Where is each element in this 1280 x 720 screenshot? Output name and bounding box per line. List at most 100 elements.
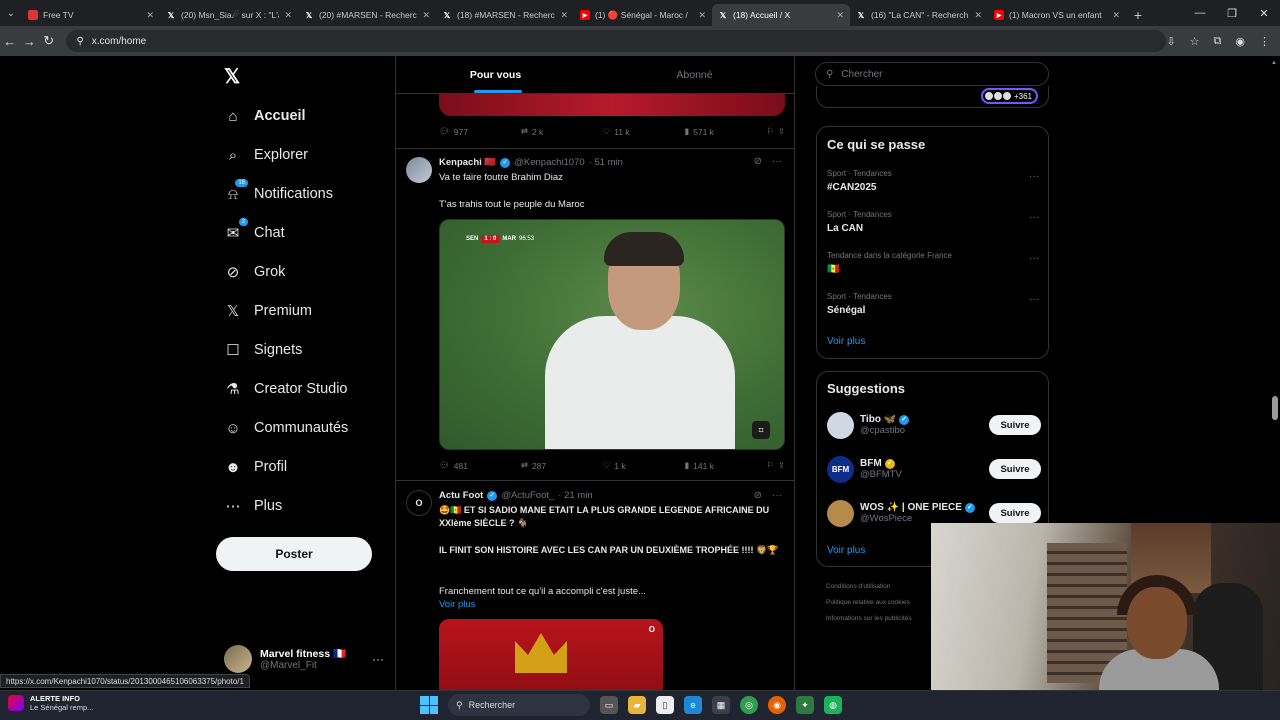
tweet-time[interactable]: · 21 min <box>558 490 592 501</box>
scroll-up-icon[interactable]: ▲ <box>1271 60 1277 66</box>
nav-item-grok[interactable]: ⊘ Grok <box>224 260 286 284</box>
footer-link[interactable]: Conditions d'utilisation <box>826 583 890 590</box>
follow-button[interactable]: Suivre <box>989 503 1041 523</box>
reply-button[interactable]: 💬︎ 481 <box>439 460 521 471</box>
footer-link[interactable]: Politique relative aux cookies <box>826 599 910 606</box>
trend-more-icon[interactable]: ··· <box>1029 212 1039 223</box>
trend-more-icon[interactable]: ··· <box>1029 294 1039 305</box>
suggestions-show-more[interactable]: Voir plus <box>827 545 865 556</box>
browser-tab[interactable]: 𝕏 (18) #MARSEN - Recherch ✕ <box>436 4 574 26</box>
suggestion-name[interactable]: BFM <box>860 458 882 469</box>
repost-button[interactable]: ⇄ 287 <box>521 460 603 471</box>
bookmark-icon[interactable]: ⚐ <box>766 460 774 471</box>
grok-icon[interactable]: ⊘ <box>754 490 762 501</box>
tweet-time[interactable]: · 51 min <box>589 157 623 168</box>
account-more-icon[interactable]: ··· <box>372 652 384 666</box>
reply-button[interactable]: 💬︎ 977 <box>439 126 521 137</box>
suggestion-name[interactable]: WOS ✨ | ONE PIECE <box>860 502 962 513</box>
nav-item-profil[interactable]: ☻ Profil <box>224 455 287 479</box>
suggestion-item[interactable]: BFM BFM ✓ @BFMTV Suivre <box>827 454 1041 484</box>
footer-link[interactable]: Informations sur les publicités <box>826 615 912 622</box>
show-more-link[interactable]: Voir plus <box>439 598 785 611</box>
follow-button[interactable]: Suivre <box>989 459 1041 479</box>
trend-item[interactable]: Tendance dans la catégorie France 🇸🇳 ··· <box>827 251 1039 275</box>
tweet-author-name[interactable]: Actu Foot <box>439 490 483 501</box>
tweet-author-name[interactable]: Kenpachi 🇲🇦 <box>439 157 496 168</box>
follow-button[interactable]: Suivre <box>989 415 1041 435</box>
browser-tab[interactable]: 𝕏 (16) "La CAN" - Recherch ✕ <box>850 4 988 26</box>
site-info-icon[interactable]: ⚲ <box>76 36 83 47</box>
close-tab-icon[interactable]: ✕ <box>974 10 982 21</box>
chrome-icon[interactable]: ◎ <box>740 696 758 714</box>
nav-item-notifications[interactable]: ⍾ 16 Notifications <box>224 179 333 206</box>
browser-tab[interactable]: Free TV ✕ <box>22 4 160 26</box>
trend-item[interactable]: Sport · Tendances #CAN2025 ··· <box>827 169 1039 193</box>
browser-tab[interactable]: 𝕏 (20) #MARSEN - Recherch ✕ <box>298 4 436 26</box>
app-icon[interactable]: ✦ <box>796 696 814 714</box>
maximize-icon[interactable]: ❐ <box>1216 0 1248 26</box>
trend-item[interactable]: Sport · Tendances Sénégal ··· <box>827 292 1039 316</box>
suggestion-avatar[interactable]: BFM <box>827 455 854 483</box>
minimize-icon[interactable]: — <box>1184 0 1216 26</box>
bookmark-star-icon[interactable]: ☆ <box>1190 35 1200 48</box>
close-tab-icon[interactable]: ✕ <box>560 10 568 21</box>
tweet-more-icon[interactable]: ··· <box>772 156 782 167</box>
suggestion-avatar[interactable] <box>827 499 854 527</box>
close-tab-icon[interactable]: ✕ <box>698 10 706 21</box>
close-tab-icon[interactable]: ✕ <box>422 10 430 21</box>
install-icon[interactable]: ⇩ <box>1166 35 1175 48</box>
subscribers-pill[interactable]: +361 <box>980 88 1038 104</box>
scrollbar-thumb[interactable] <box>1272 396 1278 420</box>
firefox-icon[interactable]: ◉ <box>768 696 786 714</box>
repost-button[interactable]: ⇄ 2 k <box>521 126 603 137</box>
nav-item-signets[interactable]: ☐ Signets <box>224 338 302 362</box>
x-logo-icon[interactable]: 𝕏 <box>224 64 240 89</box>
account-switcher[interactable]: Marvel fitness 🇫🇷 @Marvel_Fit ··· <box>224 644 384 674</box>
nav-item-explorer[interactable]: ⌕ Explorer <box>224 143 308 167</box>
close-tab-icon[interactable]: ✕ <box>146 10 154 21</box>
tab-for-you[interactable]: Pour vous <box>396 56 595 93</box>
file-explorer-icon[interactable]: ▰ <box>628 696 646 714</box>
trend-item[interactable]: Sport · Tendances La CAN ··· <box>827 210 1039 234</box>
tweet-media[interactable]: O <box>439 619 663 690</box>
bookmark-icon[interactable]: ⚐ <box>766 126 774 137</box>
browser-menu-icon[interactable]: ⋮ <box>1259 35 1270 48</box>
post-button[interactable]: Poster <box>216 537 372 571</box>
search-input[interactable]: ⚲ Chercher <box>815 62 1049 86</box>
nav-item-chat[interactable]: ✉ 2 Chat <box>224 218 285 245</box>
suggestion-name[interactable]: Tibo 🦋 <box>860 414 896 425</box>
profile-icon[interactable]: ◉ <box>1235 35 1245 48</box>
gif-icon[interactable]: ⌗ <box>752 421 770 439</box>
tweet-media[interactable]: SEN 1 : 0 MAR 96:53 ⌗ <box>439 219 785 450</box>
suggestion-item[interactable]: Tibo 🦋 ✓ @cpastibo Suivre <box>827 410 1041 440</box>
extensions-icon[interactable]: ⧉ <box>1214 35 1222 48</box>
notepad-icon[interactable]: ▯ <box>656 696 674 714</box>
like-button[interactable]: ♡ 1 k <box>603 460 685 471</box>
close-window-icon[interactable]: ✕ <box>1248 0 1280 26</box>
nav-item-communaut-s[interactable]: ☺ Communautés <box>224 416 348 440</box>
tweet-author-handle[interactable]: @ActuFoot_ <box>501 490 554 501</box>
browser-tab[interactable]: 𝕏 (20) Msn_Sia☄ sur X : "L'a ✕ <box>160 4 298 26</box>
news-widget[interactable]: ALERTE INFO Le Sénégal remp... <box>8 694 93 712</box>
views-button[interactable]: ▮ 571 k <box>684 126 766 137</box>
nav-item-accueil[interactable]: ⌂ Accueil <box>224 104 305 128</box>
like-button[interactable]: ♡ 11 k <box>603 126 685 137</box>
share-icon[interactable]: ⇪ <box>778 460 785 471</box>
suggestion-avatar[interactable] <box>827 411 854 439</box>
start-icon[interactable] <box>420 696 438 714</box>
tab-search-icon[interactable]: ⌄ <box>0 0 22 26</box>
browser-tab[interactable]: 𝕏 (18) Accueil / X ✕ <box>712 4 850 26</box>
tweet-more-icon[interactable]: ··· <box>772 490 782 501</box>
edge-icon[interactable]: e <box>684 696 702 714</box>
reload-icon[interactable]: ↻ <box>39 33 58 49</box>
grok-icon[interactable]: ⊘ <box>754 156 762 167</box>
tweet-avatar[interactable] <box>406 157 432 183</box>
forward-icon[interactable]: → <box>19 34 38 49</box>
store-icon[interactable]: ▦ <box>712 696 730 714</box>
share-icon[interactable]: ⇪ <box>778 126 785 137</box>
promoted-media[interactable] <box>439 94 785 116</box>
nav-item-creator-studio[interactable]: ⚗ Creator Studio <box>224 377 347 401</box>
nav-item-premium[interactable]: 𝕏 Premium <box>224 299 312 323</box>
browser-tab[interactable]: ▶ (1) Macron VS un enfant ✕ <box>988 4 1126 26</box>
trends-show-more[interactable]: Voir plus <box>827 336 865 347</box>
